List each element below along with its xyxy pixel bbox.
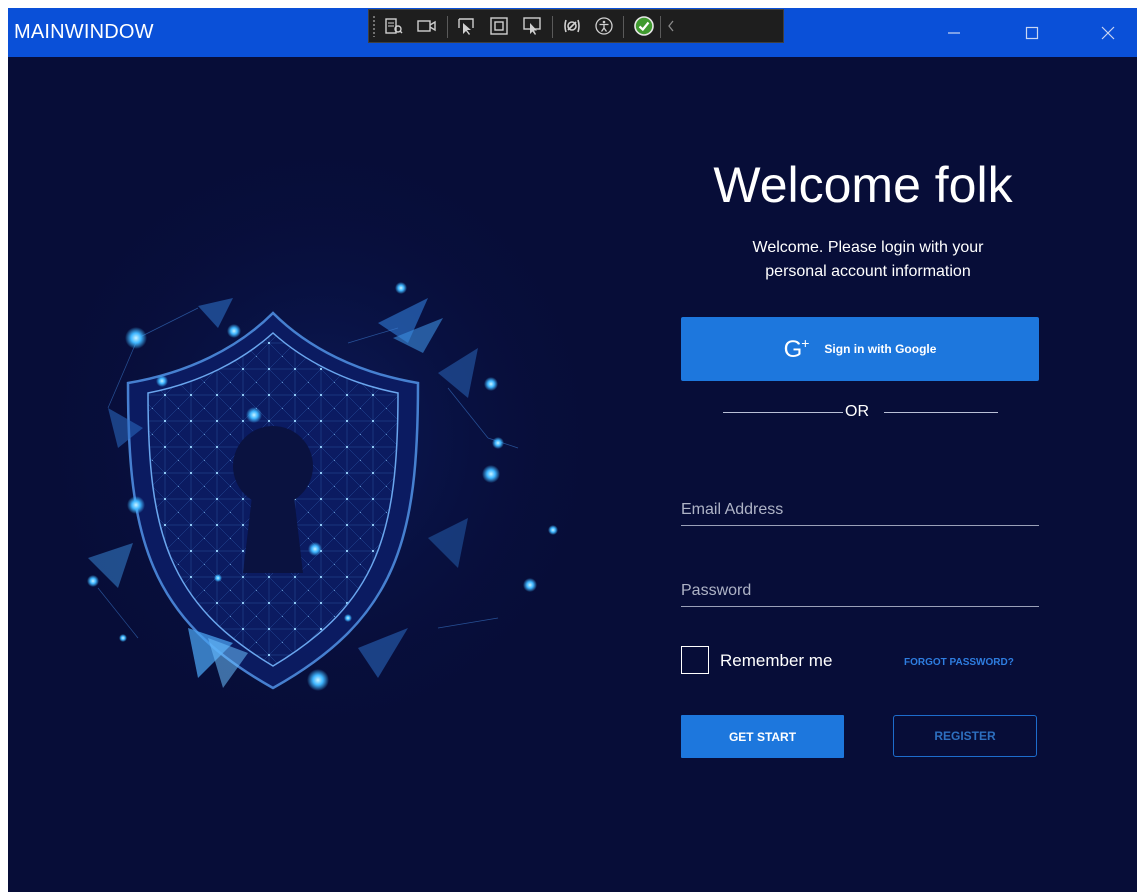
subtitle-line-2: personal account information bbox=[765, 263, 971, 280]
password-input[interactable] bbox=[681, 582, 1039, 600]
track-focus-icon[interactable] bbox=[519, 13, 545, 39]
register-button[interactable]: REGISTER bbox=[893, 715, 1037, 757]
live-visual-tree-icon[interactable] bbox=[381, 13, 407, 39]
binding-failures-icon[interactable] bbox=[559, 13, 585, 39]
remember-me-label[interactable]: Remember me bbox=[720, 651, 832, 671]
close-button[interactable] bbox=[1079, 8, 1137, 57]
accessibility-icon[interactable] bbox=[591, 13, 617, 39]
forgot-password-link[interactable]: FORGOT PASSWORD? bbox=[904, 657, 1014, 668]
main-window: MAINWINDOW Welcome folk Welcome. Please … bbox=[8, 8, 1137, 892]
minimize-icon bbox=[948, 31, 960, 34]
check-icon[interactable] bbox=[631, 13, 657, 39]
toolbar-separator bbox=[447, 16, 448, 38]
maximize-icon bbox=[1025, 26, 1039, 39]
security-shield-illustration bbox=[48, 148, 593, 728]
google-sign-in-button[interactable]: G+ Sign in with Google bbox=[681, 317, 1039, 381]
or-divider-left bbox=[723, 412, 843, 413]
title-bar[interactable]: MAINWINDOW bbox=[8, 8, 1137, 57]
minimize-button[interactable] bbox=[925, 8, 983, 57]
close-icon bbox=[1101, 26, 1115, 39]
remember-me-checkbox[interactable] bbox=[681, 646, 709, 674]
window-title: MAINWINDOW bbox=[14, 21, 154, 43]
toolbar-separator bbox=[552, 16, 553, 38]
email-input[interactable] bbox=[681, 501, 1039, 519]
or-divider-right bbox=[884, 412, 998, 413]
collapse-chevron-icon[interactable] bbox=[663, 13, 679, 39]
welcome-subtitle: Welcome. Please login with your personal… bbox=[688, 236, 1048, 284]
welcome-heading: Welcome folk bbox=[713, 157, 1013, 213]
display-layout-adorners-icon[interactable] bbox=[486, 13, 512, 39]
toolbar-separator bbox=[660, 16, 661, 38]
subtitle-line-1: Welcome. Please login with your bbox=[752, 239, 984, 256]
camera-icon[interactable] bbox=[414, 13, 440, 39]
select-element-icon[interactable] bbox=[453, 13, 479, 39]
get-start-button[interactable]: GET START bbox=[681, 715, 844, 758]
google-plus-icon: G+ bbox=[783, 334, 810, 363]
toolbar-grip[interactable] bbox=[372, 15, 376, 37]
toolbar-separator bbox=[623, 16, 624, 38]
debug-toolbar bbox=[368, 9, 784, 43]
email-field[interactable] bbox=[681, 478, 1039, 526]
google-sign-in-label: Sign in with Google bbox=[824, 342, 937, 356]
maximize-button[interactable] bbox=[1003, 8, 1061, 57]
password-field[interactable] bbox=[681, 559, 1039, 607]
or-divider-label: OR bbox=[845, 403, 869, 420]
